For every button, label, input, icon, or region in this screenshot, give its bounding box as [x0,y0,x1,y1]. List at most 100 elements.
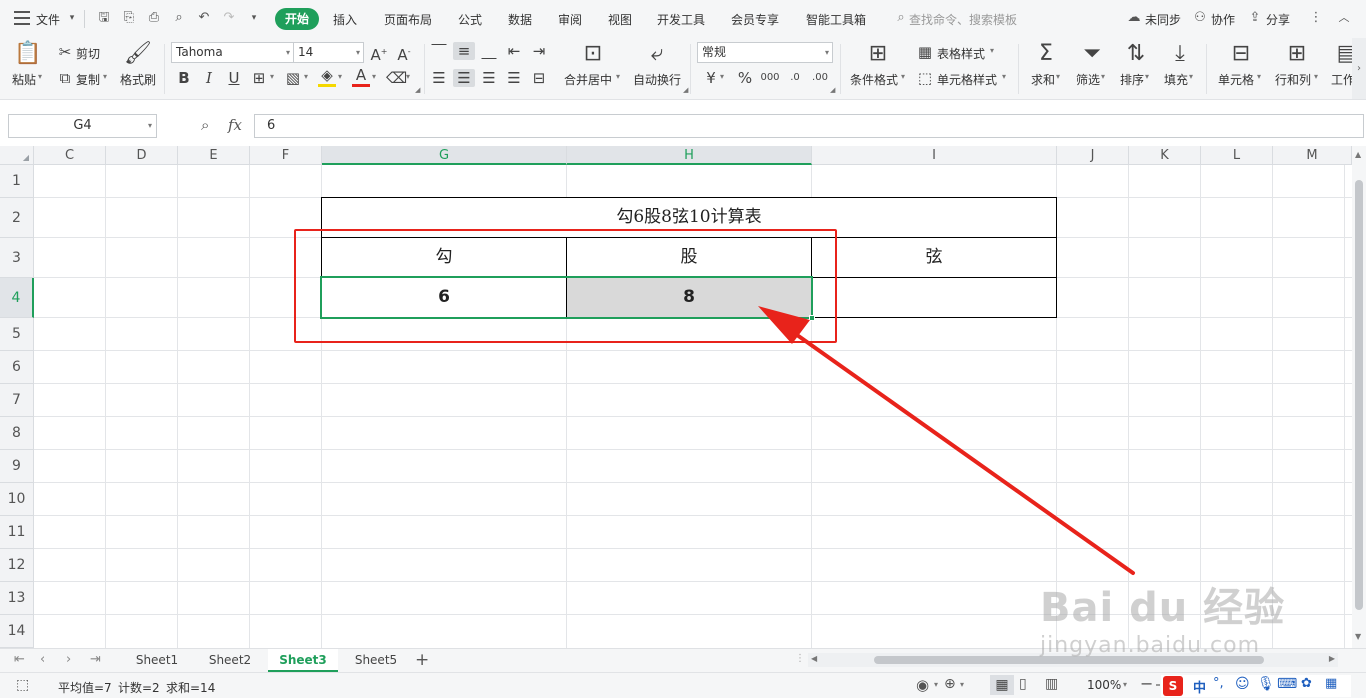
emoji-icon[interactable]: ☺ [1235,676,1250,692]
scroll-right-icon[interactable]: ▶ [1329,654,1335,663]
cell-style-dropdown-icon[interactable]: ▾ [1002,72,1006,81]
conditional-format-button[interactable]: 条件格式 [850,71,898,88]
next-sheet-icon[interactable]: › [66,652,71,667]
column-header-k[interactable]: K [1129,146,1201,165]
zoom-slider[interactable] [1156,684,1160,686]
row-header-14[interactable]: 14 [0,615,34,648]
column-header-e[interactable]: E [178,146,250,165]
add-sheet-icon[interactable]: + [415,650,429,670]
select-all-corner[interactable]: ◢ [0,146,34,165]
zoom-dropdown-icon[interactable]: ▾ [1123,680,1127,689]
row-header-8[interactable]: 8 [0,417,34,450]
border-dropdown-icon[interactable]: ▾ [270,72,274,81]
row-header-3[interactable]: 3 [0,238,34,278]
percent-icon[interactable]: % [737,69,753,87]
sort-button[interactable]: 排序 [1120,71,1144,88]
fill-pattern-icon[interactable]: ▧ [284,69,302,87]
filter-icon[interactable]: ⏷ [1078,42,1106,66]
tab-home[interactable]: 开始 [275,8,319,30]
wrap-text-icon[interactable]: ⤶ [643,42,671,66]
zoom-out-icon[interactable]: − [1140,674,1153,693]
eye-dropdown-icon[interactable]: ▾ [934,680,938,689]
toolbox-icon[interactable]: ▦ [1325,676,1337,691]
keyboard-icon[interactable]: ⌨ [1277,676,1297,692]
align-bottom-icon[interactable]: ⎽ [480,42,498,60]
share-button[interactable]: 分享 [1266,11,1290,28]
filter-dropdown-icon[interactable]: ▾ [1101,72,1105,81]
sum-button[interactable]: 求和 [1031,71,1055,88]
paste-icon[interactable]: 📋 [14,42,42,66]
column-header-d[interactable]: D [106,146,178,165]
decrease-font-icon[interactable]: A- [395,43,413,64]
zoom-level[interactable]: 100% [1087,678,1121,692]
copy-dropdown-icon[interactable]: ▾ [103,72,107,81]
tab-developer[interactable]: 开发工具 [657,11,705,28]
tab-page-layout[interactable]: 页面布局 [384,11,432,28]
redo-icon[interactable]: ↷ [221,10,237,26]
eye-protect-icon[interactable]: ◉ [916,676,929,694]
cell-style-button[interactable]: 单元格样式 [937,71,997,88]
collab-button[interactable]: 协作 [1211,11,1235,28]
row-header-5[interactable]: 5 [0,318,34,351]
header-cell-xian[interactable]: 弦 [811,237,1057,278]
paste-button[interactable]: 粘贴 [12,71,36,88]
hamburger-icon[interactable] [14,11,30,25]
zoom-formula-icon[interactable]: ⌕ [201,116,209,134]
row-header-12[interactable]: 12 [0,549,34,582]
collapse-ribbon-icon[interactable]: ︿ [1336,10,1352,26]
font-color-icon[interactable]: A [352,66,370,87]
align-top-icon[interactable]: ⎺ [430,42,448,60]
row-header-1[interactable]: 1 [0,165,34,198]
table-style-button[interactable]: 表格样式 [937,45,985,62]
ribbon-scroll-right-icon[interactable]: › [1352,38,1366,99]
align-left-icon[interactable]: ☰ [430,69,448,87]
outdent-icon[interactable]: ⇤ [505,42,523,60]
filter-button[interactable]: 筛选 [1076,71,1100,88]
row-header-11[interactable]: 11 [0,516,34,549]
column-header-m[interactable]: M [1273,146,1352,165]
customize-quick-access-icon[interactable]: ▾ [246,10,262,26]
sheet-tab-2[interactable]: Sheet2 [195,649,265,672]
sort-icon[interactable]: ⇅ [1122,42,1150,66]
first-sheet-icon[interactable]: ⇤ [14,652,25,667]
scroll-up-icon[interactable]: ▲ [1355,150,1361,159]
format-painter-button[interactable]: 格式刷 [120,71,156,88]
print-icon[interactable]: ⎙ [146,10,162,26]
merge-center-icon[interactable]: ⊡ [579,42,607,66]
page-layout-view-icon[interactable]: ▯ [1019,676,1027,692]
ime-toolbar[interactable]: S 中 °, ☺ 🎙 ⌨ ✿ ▦ [1161,675,1351,697]
prev-sheet-icon[interactable]: ‹ [40,652,45,667]
more-icon[interactable]: ⋮ [1308,10,1324,26]
column-header-j[interactable]: J [1057,146,1129,165]
font-size-select[interactable]: 14 ▾ [293,42,364,63]
align-dialog-launcher-icon[interactable]: ◢ [683,86,688,94]
row-header-10[interactable]: 10 [0,483,34,516]
conditional-dropdown-icon[interactable]: ▾ [901,72,905,81]
microphone-icon[interactable]: 🎙 [1257,676,1275,692]
increase-font-icon[interactable]: A+ [370,43,388,64]
export-icon[interactable]: ⎘ [121,10,137,26]
row-col-icon[interactable]: ⊞ [1283,42,1311,66]
last-sheet-icon[interactable]: ⇥ [90,652,101,667]
font-color-dropdown-icon[interactable]: ▾ [372,72,376,81]
tab-insert[interactable]: 插入 [333,11,357,28]
distributed-icon[interactable]: ⊟ [530,69,548,87]
merge-dropdown-icon[interactable]: ▾ [616,72,620,81]
sort-dropdown-icon[interactable]: ▾ [1145,72,1149,81]
clear-format-icon[interactable]: ⌫ [386,69,407,87]
tab-smart-toolbox[interactable]: 智能工具箱 [806,11,866,28]
fill-button[interactable]: 填充 [1164,71,1188,88]
increase-decimal-icon[interactable]: .0 [786,69,804,87]
decrease-decimal-icon[interactable]: .00 [811,69,829,87]
sum-dropdown-icon[interactable]: ▾ [1056,72,1060,81]
tab-review[interactable]: 审阅 [558,11,582,28]
fill-color-icon[interactable]: ◈ [318,66,336,87]
tab-formula[interactable]: 公式 [458,11,482,28]
clear-dropdown-icon[interactable]: ▾ [406,72,410,81]
format-painter-icon[interactable]: 🖌 [124,42,152,66]
formula-input[interactable]: 6 [254,114,1364,138]
column-header-f[interactable]: F [250,146,322,165]
ime-mode[interactable]: 中 [1193,677,1206,696]
normal-view-icon[interactable]: ▦ [990,675,1014,695]
print-preview-icon[interactable]: ⌕ [171,10,187,26]
